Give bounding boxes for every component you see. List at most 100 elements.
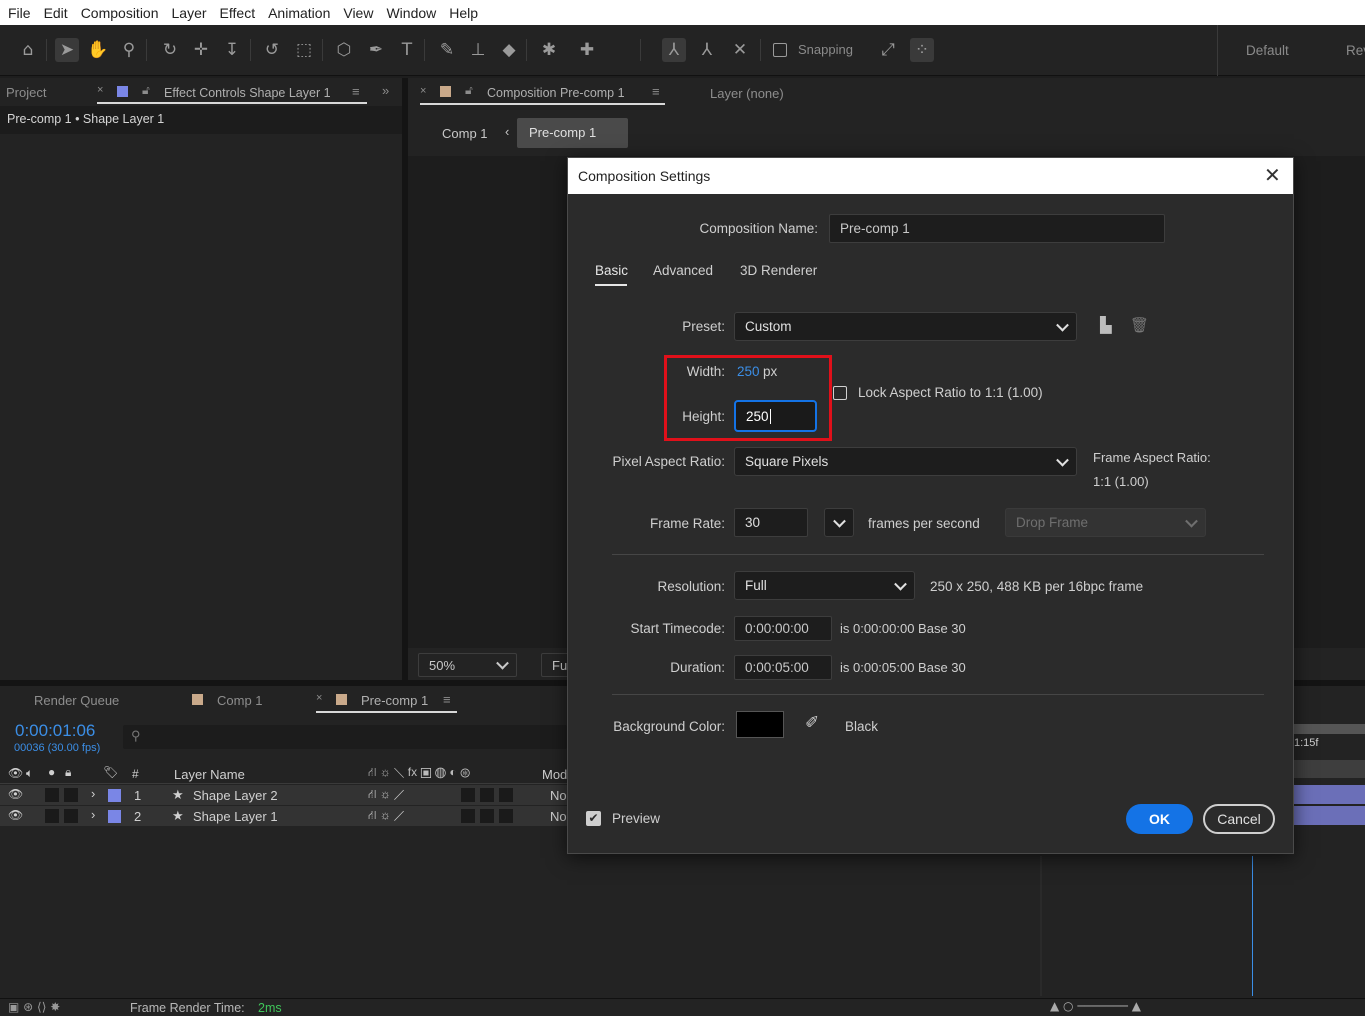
- visibility-eye-icon[interactable]: 👁︎: [8, 808, 23, 822]
- brush-tool-icon[interactable]: ✎: [435, 38, 459, 62]
- panel-menu-icon[interactable]: ≡: [652, 84, 660, 99]
- type-tool-icon[interactable]: T: [395, 38, 419, 62]
- zoom-dropdown[interactable]: 50%: [418, 653, 517, 677]
- pan-behind-tool-icon[interactable]: ⬚: [292, 38, 316, 62]
- solo-toggle[interactable]: [45, 788, 59, 802]
- menu-edit[interactable]: Edit: [44, 5, 68, 21]
- zoom-slider[interactable]: ▲ ○ ─────── ▲: [1050, 999, 1141, 1013]
- nav-comp1[interactable]: Comp 1: [442, 126, 488, 141]
- workspace-default[interactable]: Default: [1246, 43, 1289, 58]
- menu-help[interactable]: Help: [449, 5, 478, 21]
- tab-effect-controls[interactable]: Effect Controls Shape Layer 1: [164, 86, 331, 100]
- lock-aspect-checkbox[interactable]: [833, 386, 847, 400]
- hand-tool-icon[interactable]: ✋: [86, 38, 110, 62]
- height-input[interactable]: 250: [734, 400, 817, 432]
- frame-rate-dropdown[interactable]: [824, 508, 854, 537]
- switch-box[interactable]: [480, 788, 494, 802]
- tab-composition[interactable]: Composition Pre-comp 1: [487, 86, 625, 100]
- menu-window[interactable]: Window: [386, 5, 436, 21]
- tab-3d-renderer[interactable]: 3D Renderer: [740, 263, 817, 278]
- playhead-line[interactable]: [1252, 856, 1253, 996]
- lock-toggle[interactable]: [64, 788, 78, 802]
- rotate-tool-icon[interactable]: ↺: [260, 38, 284, 62]
- menu-file[interactable]: File: [8, 5, 31, 21]
- layer-mode[interactable]: No: [550, 809, 567, 824]
- menu-layer[interactable]: Layer: [172, 5, 207, 21]
- expand-panels-icon[interactable]: »: [382, 83, 389, 98]
- lock-icon[interactable]: 🔓︎: [142, 83, 150, 98]
- dialog-title-bar[interactable]: Composition Settings ✕: [568, 158, 1293, 194]
- layer-name[interactable]: Shape Layer 2: [193, 788, 278, 803]
- layer-search-input[interactable]: ⚲: [123, 725, 567, 749]
- snapping-checkbox[interactable]: [773, 43, 787, 57]
- world-axis-icon[interactable]: ⅄: [695, 38, 719, 62]
- tab-layer[interactable]: Layer (none): [710, 86, 784, 101]
- lock-icon[interactable]: 🔓︎: [465, 83, 473, 98]
- close-icon[interactable]: ×: [420, 85, 426, 97]
- selection-tool-icon[interactable]: ➤: [55, 38, 79, 62]
- resolution-dropdown[interactable]: Full: [734, 571, 915, 600]
- panel-menu-icon[interactable]: ≡: [352, 84, 360, 99]
- width-value[interactable]: 250: [737, 364, 760, 379]
- lock-toggle[interactable]: [64, 809, 78, 823]
- layer-label-color[interactable]: [108, 810, 121, 823]
- layer-name[interactable]: Shape Layer 1: [193, 809, 278, 824]
- menu-effect[interactable]: Effect: [220, 5, 256, 21]
- visibility-eye-icon[interactable]: 👁︎: [8, 787, 23, 801]
- menu-composition[interactable]: Composition: [81, 5, 159, 21]
- switch-box[interactable]: [461, 809, 475, 823]
- tab-comp1[interactable]: Comp 1: [217, 693, 263, 708]
- status-icons[interactable]: ▣ ⊛ ⟨⟩ ✸: [8, 1000, 60, 1014]
- menu-view[interactable]: View: [343, 5, 373, 21]
- layer-duration-bar[interactable]: [1294, 806, 1365, 825]
- table-row[interactable]: 👁︎ › 1 ★ Shape Layer 2 ⛙ ☼ ⟋ No: [0, 785, 567, 805]
- tab-precomp1[interactable]: Pre-comp 1: [361, 693, 428, 708]
- layer-duration-bar[interactable]: [1294, 785, 1365, 804]
- tab-advanced[interactable]: Advanced: [653, 263, 713, 278]
- frame-rate-input[interactable]: 30: [734, 508, 808, 537]
- home-icon[interactable]: ⌂: [16, 38, 40, 62]
- close-icon[interactable]: ✕: [1264, 163, 1281, 187]
- roto-brush-tool-icon[interactable]: ✱: [537, 38, 561, 62]
- expand-chevron-icon[interactable]: ›: [91, 807, 95, 822]
- close-icon[interactable]: ×: [316, 692, 322, 704]
- panel-menu-icon[interactable]: ≡: [443, 692, 451, 707]
- cancel-button[interactable]: Cancel: [1203, 804, 1275, 834]
- comp-name-input[interactable]: Pre-comp 1: [829, 214, 1165, 243]
- start-timecode-input[interactable]: 0:00:00:00: [734, 616, 832, 641]
- snap-options-icon[interactable]: ⤢: [876, 38, 900, 62]
- switch-box[interactable]: [499, 809, 513, 823]
- bg-color-swatch[interactable]: [736, 711, 784, 738]
- zoom-tool-icon[interactable]: ⚲: [117, 38, 141, 62]
- clone-stamp-tool-icon[interactable]: ⊥: [466, 38, 490, 62]
- ok-button[interactable]: OK: [1126, 804, 1193, 834]
- work-area-bar[interactable]: [1294, 724, 1365, 734]
- orbit-tool-icon[interactable]: ↻: [158, 38, 182, 62]
- nav-precomp1-bg[interactable]: Pre-comp 1: [517, 118, 628, 148]
- dolly-tool-icon[interactable]: ↧: [220, 38, 244, 62]
- pixel-aspect-dropdown[interactable]: Square Pixels: [734, 447, 1077, 476]
- menu-animation[interactable]: Animation: [268, 5, 330, 21]
- shape-tool-icon[interactable]: ⬡: [332, 38, 356, 62]
- eraser-tool-icon[interactable]: ◆: [497, 38, 521, 62]
- snap-grid-icon[interactable]: ⁘: [910, 38, 934, 62]
- workspace-review[interactable]: Rev: [1346, 43, 1365, 58]
- shy-switch-icon[interactable]: ⛙ ☼ ⟋: [368, 808, 404, 824]
- tab-basic[interactable]: Basic: [595, 263, 628, 278]
- pan-tool-icon[interactable]: ✛: [189, 38, 213, 62]
- preset-dropdown[interactable]: Custom: [734, 312, 1077, 341]
- duration-input[interactable]: 0:00:05:00: [734, 655, 832, 680]
- shy-switch-icon[interactable]: ⛙ ☼ ⟋: [368, 787, 404, 803]
- view-axis-icon[interactable]: ✕: [728, 38, 752, 62]
- save-preset-icon[interactable]: ▙: [1100, 316, 1112, 334]
- layer-label-color[interactable]: [108, 789, 121, 802]
- tab-project[interactable]: Project: [6, 85, 46, 100]
- pen-tool-icon[interactable]: ✒: [364, 38, 388, 62]
- solo-toggle[interactable]: [45, 809, 59, 823]
- puppet-tool-icon[interactable]: ✚: [575, 38, 599, 62]
- layer-mode[interactable]: No: [550, 788, 567, 803]
- tab-render-queue[interactable]: Render Queue: [34, 693, 119, 708]
- preview-checkbox[interactable]: ✔: [586, 811, 601, 826]
- expand-chevron-icon[interactable]: ›: [91, 786, 95, 801]
- delete-preset-icon[interactable]: 🗑︎: [1130, 316, 1149, 334]
